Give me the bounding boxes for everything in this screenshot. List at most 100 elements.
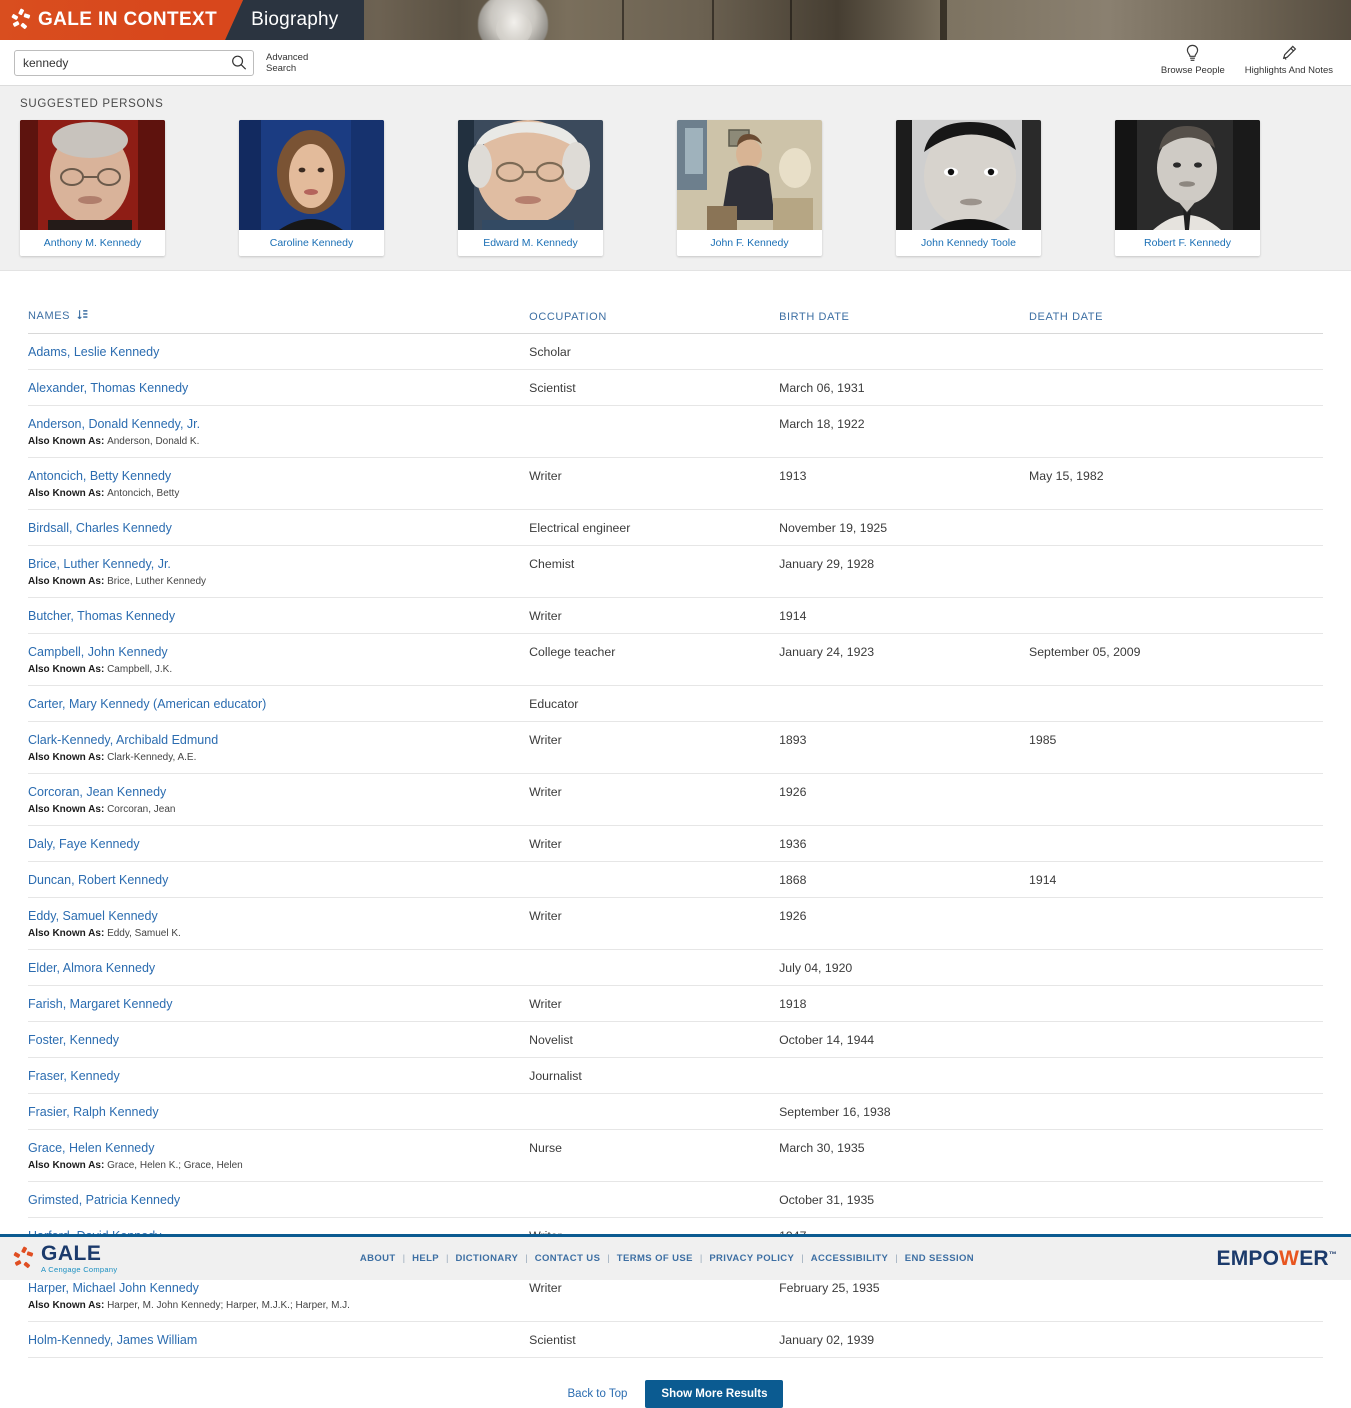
person-link[interactable]: Harper, Michael John Kennedy: [28, 1281, 199, 1295]
results-table-body: Adams, Leslie KennedyScholarAlexander, T…: [28, 334, 1323, 1358]
person-link[interactable]: Frasier, Ralph Kennedy: [28, 1105, 159, 1119]
browse-people-label: Browse People: [1161, 65, 1225, 76]
person-link[interactable]: Antoncich, Betty Kennedy: [28, 469, 171, 483]
suggested-person-card[interactable]: Caroline Kennedy: [239, 120, 384, 256]
cell-occupation: College teacher: [529, 634, 779, 686]
cell-birth-date: January 02, 1939: [779, 1322, 1029, 1358]
advanced-search-link[interactable]: Advanced Search: [266, 52, 326, 74]
cell-occupation: Journalist: [529, 1058, 779, 1094]
column-header-death-date[interactable]: DEATH DATE: [1029, 309, 1323, 334]
person-link[interactable]: Grimsted, Patricia Kennedy: [28, 1193, 180, 1207]
cell-name: Foster, Kennedy: [28, 1022, 529, 1058]
also-known-as: Also Known As: Anderson, Donald K.: [28, 436, 529, 447]
also-known-as: Also Known As: Antoncich, Betty: [28, 488, 529, 499]
column-header-occupation[interactable]: OCCUPATION: [529, 309, 779, 334]
also-known-as-label: Also Known As:: [28, 488, 107, 499]
cell-birth-date: 1926: [779, 898, 1029, 950]
footer-link-privacy-policy[interactable]: PRIVACY POLICY: [702, 1253, 801, 1264]
highlights-and-notes-button[interactable]: Highlights And Notes: [1239, 44, 1339, 76]
cell-death-date: [1029, 1022, 1323, 1058]
cell-birth-date: July 04, 1920: [779, 950, 1029, 986]
lincoln-statue-face: [496, 12, 532, 40]
column-header-names[interactable]: NAMES: [28, 309, 529, 334]
advanced-search-line1: Advanced: [266, 52, 326, 63]
suggested-person-name: Caroline Kennedy: [239, 230, 384, 256]
table-row: Holm-Kennedy, James WilliamScientistJanu…: [28, 1322, 1323, 1358]
cell-birth-date: October 14, 1944: [779, 1022, 1029, 1058]
cell-death-date: [1029, 986, 1323, 1022]
also-known-as-value: Campbell, J.K.: [107, 664, 172, 675]
person-link[interactable]: Birdsall, Charles Kennedy: [28, 521, 172, 535]
cell-occupation: Novelist: [529, 1022, 779, 1058]
footer-link-about[interactable]: ABOUT: [353, 1253, 403, 1264]
cell-birth-date: [779, 1058, 1029, 1094]
also-known-as: Also Known As: Eddy, Samuel K.: [28, 928, 529, 939]
also-known-as-label: Also Known As:: [28, 804, 107, 815]
footer-logo[interactable]: GALE A Cengage Company: [14, 1243, 117, 1274]
column-header-birth-date[interactable]: BIRTH DATE: [779, 309, 1029, 334]
person-link[interactable]: Fraser, Kennedy: [28, 1069, 120, 1083]
also-known-as-value: Grace, Helen K.; Grace, Helen: [107, 1160, 243, 1171]
search-submit-button[interactable]: [225, 51, 253, 75]
footer-link-contact-us[interactable]: CONTACT US: [528, 1253, 608, 1264]
person-link[interactable]: Campbell, John Kennedy: [28, 645, 168, 659]
person-link[interactable]: Grace, Helen Kennedy: [28, 1141, 154, 1155]
cell-name: Alexander, Thomas Kennedy: [28, 370, 529, 406]
also-known-as: Also Known As: Corcoran, Jean: [28, 804, 529, 815]
suggested-person-card[interactable]: John Kennedy Toole: [896, 120, 1041, 256]
footer-link-dictionary[interactable]: DICTIONARY: [449, 1253, 526, 1264]
person-link[interactable]: Holm-Kennedy, James William: [28, 1333, 197, 1347]
person-link[interactable]: Foster, Kennedy: [28, 1033, 119, 1047]
empower-part-b: W: [1279, 1247, 1299, 1270]
person-link[interactable]: Farish, Margaret Kennedy: [28, 997, 173, 1011]
suggested-person-name: Anthony M. Kennedy: [20, 230, 165, 256]
person-link[interactable]: Brice, Luther Kennedy, Jr.: [28, 557, 171, 571]
person-link[interactable]: Butcher, Thomas Kennedy: [28, 609, 175, 623]
person-link[interactable]: Adams, Leslie Kennedy: [28, 345, 159, 359]
search-input[interactable]: [15, 51, 225, 75]
cell-name: Clark-Kennedy, Archibald Edmund Also Know…: [28, 722, 529, 774]
also-known-as-value: Corcoran, Jean: [107, 804, 175, 815]
cell-name: Elder, Almora Kennedy: [28, 950, 529, 986]
results-pager: Back to Top Show More Results: [28, 1380, 1323, 1408]
sort-az-icon[interactable]: [77, 309, 88, 324]
brand-logo-block[interactable]: GALE IN CONTEXT: [0, 0, 243, 40]
cell-birth-date: March 06, 1931: [779, 370, 1029, 406]
person-link[interactable]: Elder, Almora Kennedy: [28, 961, 155, 975]
footer-link-end-session[interactable]: END SESSION: [898, 1253, 981, 1264]
suggested-person-card[interactable]: Anthony M. Kennedy: [20, 120, 165, 256]
cell-birth-date: 1914: [779, 598, 1029, 634]
footer-link-help[interactable]: HELP: [405, 1253, 446, 1264]
show-more-results-button[interactable]: Show More Results: [645, 1380, 783, 1408]
also-known-as: Also Known As: Clark-Kennedy, A.E.: [28, 752, 529, 763]
also-known-as-label: Also Known As:: [28, 664, 107, 675]
browse-people-button[interactable]: Browse People: [1155, 44, 1231, 76]
cell-occupation: Writer: [529, 826, 779, 862]
cell-death-date: [1029, 1322, 1323, 1358]
cell-name: Frasier, Ralph Kennedy: [28, 1094, 529, 1130]
back-to-top-link[interactable]: Back to Top: [568, 1388, 628, 1400]
search-icon: [231, 54, 247, 71]
footer-link-accessibility[interactable]: ACCESSIBILITY: [804, 1253, 896, 1264]
person-link[interactable]: Alexander, Thomas Kennedy: [28, 381, 188, 395]
also-known-as: Also Known As: Brice, Luther Kennedy: [28, 576, 529, 587]
person-link[interactable]: Eddy, Samuel Kennedy: [28, 909, 158, 923]
person-link[interactable]: Duncan, Robert Kennedy: [28, 873, 168, 887]
person-link[interactable]: Daly, Faye Kennedy: [28, 837, 140, 851]
also-known-as-value: Clark-Kennedy, A.E.: [107, 752, 196, 763]
person-link[interactable]: Clark-Kennedy, Archibald Edmund: [28, 733, 218, 747]
cell-name: Daly, Faye Kennedy: [28, 826, 529, 862]
cell-name: Duncan, Robert Kennedy: [28, 862, 529, 898]
suggested-person-card[interactable]: Robert F. Kennedy: [1115, 120, 1260, 256]
gale-starburst-icon: [12, 10, 32, 30]
cell-birth-date: 1868: [779, 862, 1029, 898]
person-link[interactable]: Carter, Mary Kennedy (American educator): [28, 697, 266, 711]
suggested-person-card[interactable]: Edward M. Kennedy: [458, 120, 603, 256]
person-link[interactable]: Corcoran, Jean Kennedy: [28, 785, 166, 799]
person-link[interactable]: Anderson, Donald Kennedy, Jr.: [28, 417, 200, 431]
footer-link-terms-of-use[interactable]: TERMS OF USE: [610, 1253, 700, 1264]
suggested-person-card[interactable]: John F. Kennedy: [677, 120, 822, 256]
also-known-as-label: Also Known As:: [28, 436, 107, 447]
also-known-as: Also Known As: Grace, Helen K.; Grace, H…: [28, 1160, 529, 1171]
cell-birth-date: 1918: [779, 986, 1029, 1022]
